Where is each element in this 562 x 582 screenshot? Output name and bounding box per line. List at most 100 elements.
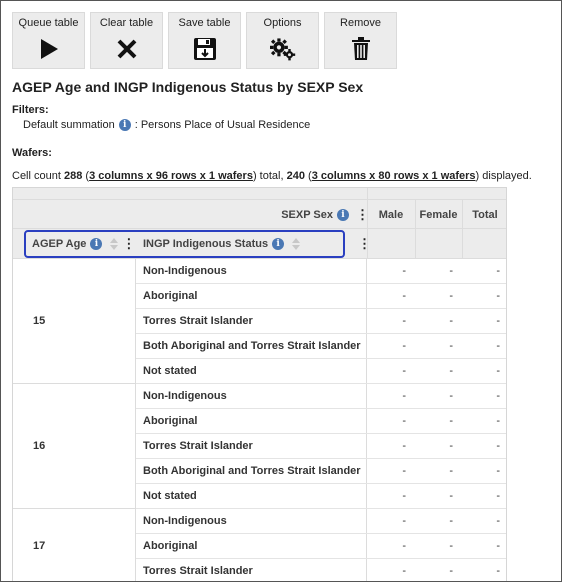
table-cell: -: [402, 465, 406, 477]
remove-label: Remove: [340, 17, 381, 29]
table-cell: -: [496, 440, 500, 452]
options-button[interactable]: Options: [246, 12, 319, 69]
data-table: SEXP Sex i ⋮ Male Female Total AGEP Age …: [12, 187, 507, 581]
age-menu-icon[interactable]: ⋮: [122, 236, 135, 252]
column-header-female[interactable]: Female: [415, 200, 462, 229]
filter-info-icon[interactable]: i: [118, 119, 131, 131]
wafers-heading: Wafers:: [12, 147, 52, 159]
cell-count-displayed: 240: [286, 170, 305, 182]
table-cell: -: [402, 490, 406, 502]
table-cell: -: [449, 340, 453, 352]
column-variable-info-icon[interactable]: i: [337, 208, 349, 221]
row-label: Torres Strait Islander: [136, 309, 367, 333]
table-cell: -: [496, 415, 500, 427]
filter-value: : Persons Place of Usual Residence: [134, 119, 311, 131]
table-cell: -: [449, 265, 453, 277]
table-cell: -: [496, 315, 500, 327]
table-cell: -: [449, 390, 453, 402]
save-icon: [192, 36, 218, 62]
table-cell: -: [449, 465, 453, 477]
table-cell: -: [402, 265, 406, 277]
table-cell: -: [449, 490, 453, 502]
row-variable-age-label: AGEP Age: [32, 238, 87, 250]
play-icon: [36, 36, 62, 62]
table-cell: -: [449, 365, 453, 377]
filters-heading: Filters:: [12, 104, 49, 116]
row-label: Aboriginal: [136, 284, 367, 308]
queue-table-button[interactable]: Queue table: [12, 12, 85, 69]
column-header-male[interactable]: Male: [367, 200, 415, 229]
row-label: Not stated: [136, 359, 367, 383]
table-row: Non-Indigenous - - -: [136, 384, 506, 409]
filter-line: Default summation i : Persons Place of U…: [23, 119, 310, 131]
row-variable-age-header[interactable]: AGEP Age i ⋮: [32, 230, 135, 258]
row-label: Non-Indigenous: [136, 384, 367, 408]
table-cell: -: [402, 440, 406, 452]
column-variable-label: SEXP Sex: [281, 208, 333, 221]
total-dims-link[interactable]: 3 columns x 96 rows x 1 wafers: [89, 170, 253, 182]
row-label: Aboriginal: [136, 534, 367, 558]
table-row: Non-Indigenous - - -: [136, 259, 506, 284]
table-cell: -: [402, 365, 406, 377]
table-row: Both Aboriginal and Torres Strait Island…: [136, 334, 506, 359]
cell-count-total: 288: [63, 170, 83, 182]
row-label: Non-Indigenous: [136, 259, 367, 283]
table-cell: -: [496, 290, 500, 302]
row-variable-indigenous-header[interactable]: INGP Indigenous Status i: [143, 230, 301, 258]
remove-button[interactable]: Remove: [324, 12, 397, 69]
row-label: Not stated: [136, 484, 367, 508]
table-cell: -: [496, 565, 500, 577]
indigenous-menu-area[interactable]: ⋮: [355, 230, 371, 258]
table-cell: -: [449, 315, 453, 327]
table-row: Torres Strait Islander - - -: [136, 434, 506, 459]
age-group-cell: 16: [13, 384, 136, 509]
column-header-total[interactable]: Total: [462, 200, 506, 229]
row-label: Non-Indigenous: [136, 509, 367, 533]
row-label: Torres Strait Islander: [136, 434, 367, 458]
table-row: Torres Strait Islander - - -: [136, 309, 506, 334]
table-cell: -: [402, 415, 406, 427]
table-row: Aboriginal - - -: [136, 409, 506, 434]
indigenous-info-icon[interactable]: i: [272, 238, 285, 250]
table-cell: -: [496, 340, 500, 352]
header-spacer: [13, 188, 506, 200]
table-cell: -: [496, 515, 500, 527]
table-cell: -: [496, 365, 500, 377]
table-row: Aboriginal - - -: [136, 284, 506, 309]
queue-table-label: Queue table: [18, 17, 79, 29]
close-icon: [114, 36, 140, 62]
table-row: Both Aboriginal and Torres Strait Island…: [136, 459, 506, 484]
table-cell: -: [402, 315, 406, 327]
displayed-dims-link[interactable]: 3 columns x 80 rows x 1 wafers: [312, 170, 476, 182]
row-label: Both Aboriginal and Torres Strait Island…: [136, 334, 367, 358]
clear-table-button[interactable]: Clear table: [90, 12, 163, 69]
trash-icon: [348, 36, 374, 62]
column-variable-header: SEXP Sex i ⋮: [281, 200, 369, 229]
table-cell: -: [449, 515, 453, 527]
row-label: Both Aboriginal and Torres Strait Island…: [136, 459, 367, 483]
table-cell: -: [402, 290, 406, 302]
table-title: AGEP Age and INGP Indigenous Status by S…: [12, 79, 364, 95]
save-table-label: Save table: [178, 17, 231, 29]
table-cell: -: [496, 390, 500, 402]
indigenous-menu-icon[interactable]: ⋮: [358, 236, 371, 252]
clear-table-label: Clear table: [99, 17, 154, 29]
table-cell: -: [449, 290, 453, 302]
filter-label: Default summation: [23, 119, 115, 131]
age-group-cell: 17: [13, 509, 136, 581]
cell-count: Cell count 288 (3 columns x 96 rows x 1 …: [12, 170, 532, 182]
row-variable-indigenous-label: INGP Indigenous Status: [143, 238, 269, 250]
gears-icon: [269, 36, 296, 62]
table-row: Not stated - - -: [136, 484, 506, 509]
save-table-button[interactable]: Save table: [168, 12, 241, 69]
cell-count-mid: total,: [259, 170, 284, 182]
indigenous-sort-icon[interactable]: [291, 238, 301, 250]
age-group-cell: 15: [13, 259, 136, 384]
table-row: Not stated - - -: [136, 359, 506, 384]
row-label: Aboriginal: [136, 409, 367, 433]
cell-count-prefix: Cell count: [12, 170, 61, 182]
table-cell: -: [402, 515, 406, 527]
age-sort-icon[interactable]: [109, 238, 119, 250]
age-info-icon[interactable]: i: [90, 238, 103, 250]
table-cell: -: [402, 390, 406, 402]
